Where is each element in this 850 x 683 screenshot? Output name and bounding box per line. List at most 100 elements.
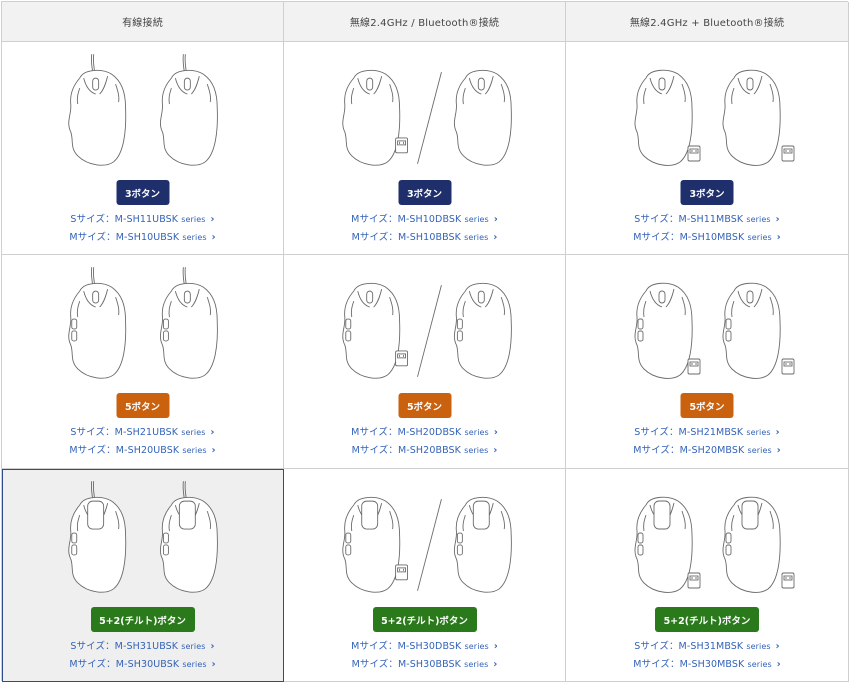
cell-5btn-wireless-or-bt[interactable]: 5ボタン Mサイズ：M-SH20DBSK series › Mサイズ：M-SH20BB… [284, 255, 566, 469]
model-link[interactable]: Sサイズ：M-SH31UBSK series › [70, 638, 214, 656]
cell-7btn-wireless-or-bt[interactable]: 5+2(チルト)ボタン Mサイズ：M-SH30DBSK series › Mサイズ：M… [284, 469, 566, 682]
mouse-illustration [68, 481, 218, 593]
model-link[interactable]: Mサイズ：M-SH10MBSK series › [633, 229, 781, 247]
cell-3btn-wireless-or-bt[interactable]: 3ボタン Mサイズ：M-SH10DBSK series › Mサイズ：M-SH10BB… [284, 42, 566, 255]
model-link-series: series [746, 642, 771, 651]
model-link-series: series [464, 233, 489, 242]
model-link-label: Mサイズ：M-SH10DBSK [351, 214, 462, 225]
model-link-series: series [746, 215, 771, 224]
side-button [345, 330, 352, 342]
model-link[interactable]: Mサイズ：M-SH20DBSK series › [351, 424, 498, 442]
model-link-series: series [747, 233, 772, 242]
model-link-list: Sサイズ：M-SH11MBSK series › Mサイズ：M-SH10MBSK s… [566, 211, 848, 247]
chevron-right-icon: › [493, 641, 498, 652]
wheel [477, 290, 485, 304]
model-link-label: Mサイズ：M-SH10MBSK [633, 232, 745, 243]
side-button [71, 544, 78, 556]
receiver-body [781, 572, 795, 589]
side-button [725, 532, 732, 544]
chevron-right-icon: › [775, 427, 780, 438]
side-button [345, 318, 352, 330]
header-label: 有線接続 [122, 18, 163, 29]
model-link[interactable]: Mサイズ：M-SH10BBSK series › [352, 229, 498, 247]
receiver-body [781, 358, 795, 375]
tilt-wheel [178, 500, 196, 530]
model-link[interactable]: Mサイズ：M-SH30BBSK series › [352, 656, 498, 674]
model-link-list: Mサイズ：M-SH20DBSK series › Mサイズ：M-SH20BBSK s… [284, 424, 565, 460]
model-link[interactable]: Sサイズ：M-SH21MBSK series › [634, 424, 779, 442]
receiver-plug [397, 567, 407, 573]
model-link[interactable]: Mサイズ：M-SH30UBSK series › [69, 656, 215, 674]
usb-receiver-icon [781, 358, 795, 375]
model-link[interactable]: Mサイズ：M-SH30DBSK series › [351, 638, 498, 656]
model-link[interactable]: Mサイズ：M-SH20MBSK series › [633, 442, 781, 460]
side-button [71, 318, 78, 330]
cell-5btn-wired[interactable]: 5ボタン Sサイズ：M-SH21UBSK series › Mサイズ：M-SH20UB… [2, 255, 284, 469]
model-link[interactable]: Sサイズ：M-SH21UBSK series › [70, 424, 214, 442]
usb-receiver-icon [781, 572, 795, 589]
side-button [637, 532, 644, 544]
side-button [456, 330, 463, 342]
model-link-label: Mサイズ：M-SH30UBSK [69, 659, 180, 670]
slash-divider-icon [417, 285, 442, 377]
wheel [183, 77, 191, 91]
mouse-icon [634, 282, 693, 379]
cell-7btn-wireless-and-bt[interactable]: 5+2(チルト)ボタン Sサイズ：M-SH31MBSK series › Mサイズ：M… [566, 469, 849, 682]
model-link-series: series [746, 428, 771, 437]
side-button [637, 544, 644, 556]
receiver-body [781, 145, 795, 162]
model-link[interactable]: Mサイズ：M-SH10UBSK series › [69, 229, 215, 247]
slash-divider-icon [417, 499, 442, 591]
model-link[interactable]: Mサイズ：M-SH20BBSK series › [352, 442, 498, 460]
chevron-right-icon: › [776, 445, 781, 456]
model-link-list: Sサイズ：M-SH21UBSK series › Mサイズ：M-SH20UBSK s… [2, 424, 283, 460]
tilt-wheel [653, 500, 671, 530]
usb-receiver-icon [395, 137, 409, 154]
cell-7btn-wired[interactable]: 5+2(チルト)ボタン Sサイズ：M-SH31UBSK series › Mサイズ：M… [2, 469, 284, 682]
tilt-wheel [361, 500, 379, 530]
model-link[interactable]: Sサイズ：M-SH11MBSK series › [634, 211, 779, 229]
usb-receiver-icon [687, 572, 701, 589]
model-link[interactable]: Mサイズ：M-SH30MBSK series › [633, 656, 781, 674]
mouse-icon [453, 282, 512, 379]
model-link-series: series [464, 642, 489, 651]
receiver-body [687, 572, 701, 589]
mouse-illustration [342, 496, 512, 593]
mouse-icon [722, 282, 781, 379]
model-link-list: Mサイズ：M-SH10DBSK series › Mサイズ：M-SH10BBSK s… [284, 211, 565, 247]
side-button [71, 532, 78, 544]
model-link-series: series [747, 660, 772, 669]
mouse-icon [342, 282, 401, 379]
usb-receiver-icon [781, 145, 795, 162]
cell-3btn-wireless-and-bt[interactable]: 3ボタン Sサイズ：M-SH11MBSK series › Mサイズ：M-SH10MB… [566, 42, 849, 255]
side-button [725, 318, 732, 330]
usb-receiver-icon [687, 358, 701, 375]
mouse-icon [453, 496, 512, 593]
usb-receiver-icon [687, 145, 701, 162]
model-link-label: Mサイズ：M-SH20UBSK [69, 445, 180, 456]
button-count-badge: 5+2(チルト)ボタン [90, 607, 195, 632]
mouse-icon [342, 496, 401, 593]
mouse-icon [160, 267, 218, 379]
model-link-list: Sサイズ：M-SH21MBSK series › Mサイズ：M-SH20MBSK s… [566, 424, 848, 460]
model-link[interactable]: Mサイズ：M-SH20UBSK series › [69, 442, 215, 460]
chevron-right-icon: › [493, 232, 498, 243]
model-link-series: series [747, 446, 772, 455]
button-count-badge: 5ボタン [680, 393, 734, 418]
wheel [183, 290, 191, 304]
chevron-right-icon: › [493, 214, 498, 225]
side-button [637, 330, 644, 342]
cell-3btn-wired[interactable]: 3ボタン Sサイズ：M-SH11UBSK series › Mサイズ：M-SH10UB… [2, 42, 284, 255]
side-button [725, 544, 732, 556]
model-link-label: Sサイズ：M-SH11MBSK [634, 214, 744, 225]
cell-5btn-wireless-and-bt[interactable]: 5ボタン Sサイズ：M-SH21MBSK series › Mサイズ：M-SH20MB… [566, 255, 849, 469]
model-link[interactable]: Sサイズ：M-SH31MBSK series › [634, 638, 779, 656]
chevron-right-icon: › [776, 232, 781, 243]
model-link[interactable]: Mサイズ：M-SH10DBSK series › [351, 211, 498, 229]
button-count-badge: 3ボタン [116, 180, 169, 205]
chevron-right-icon: › [211, 232, 216, 243]
model-link[interactable]: Sサイズ：M-SH11UBSK series › [70, 211, 214, 229]
mouse-icon [722, 496, 781, 593]
model-link-series: series [182, 446, 207, 455]
header-wireless-and-bluetooth: 無線2.4GHz + Bluetooth®接続 [566, 2, 849, 42]
